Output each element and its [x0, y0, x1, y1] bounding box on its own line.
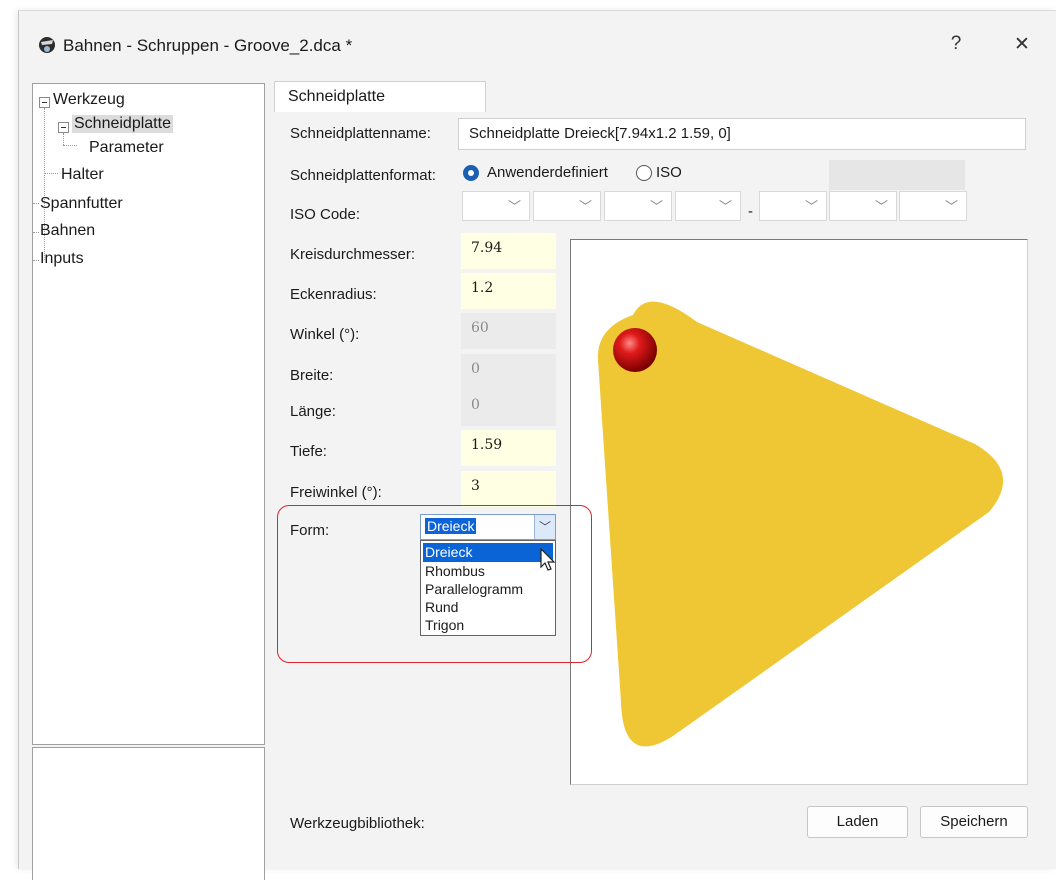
chevron-down-icon: ﹀ [578, 199, 592, 214]
tiefe-label: Tiefe: [290, 443, 327, 460]
tree-connector [63, 145, 77, 146]
tree-connector [33, 260, 39, 261]
iso-combo-2[interactable]: ﹀ [533, 191, 601, 221]
tree-item-bahnen[interactable]: Bahnen [40, 222, 95, 240]
collapse-icon[interactable] [58, 122, 69, 133]
radio-anwenderdefiniert-label: Anwenderdefiniert [487, 164, 608, 181]
winkel-label: Winkel (°): [290, 326, 360, 343]
radio-iso[interactable] [636, 165, 652, 181]
iso-combo-6[interactable]: ﹀ [829, 191, 897, 221]
chevron-down-icon: ﹀ [718, 199, 732, 214]
tab-label: Schneidplatte [288, 88, 385, 105]
dropdown-option-rhombus[interactable]: Rhombus [423, 562, 553, 581]
tree-item-werkzeug[interactable]: Werkzeug [53, 91, 125, 109]
tiefe-input[interactable]: 1.59 [461, 430, 556, 466]
chevron-down-icon: ﹀ [874, 199, 888, 214]
window-title: Bahnen - Schruppen - Groove_2.dca * [63, 36, 353, 55]
form-dropdown-list: Dreieck Rhombus Parallelogramm Rund Trig… [420, 540, 556, 636]
kreisdurchmesser-input[interactable]: 7.94 [461, 233, 556, 269]
navigation-tree: Werkzeug Schneidplatte Parameter Halter … [32, 83, 265, 745]
freiwinkel-label: Freiwinkel (°): [290, 484, 382, 501]
tree-connector [44, 173, 58, 174]
breite-input[interactable]: 0 [461, 354, 556, 390]
iso-combo-4[interactable]: ﹀ [675, 191, 741, 221]
app-icon [39, 37, 55, 53]
winkel-input[interactable]: 60 [461, 313, 556, 349]
iso-combo-1[interactable]: ﹀ [462, 191, 530, 221]
chevron-down-icon: ﹀ [804, 199, 818, 214]
iso-combo-3[interactable]: ﹀ [604, 191, 672, 221]
iso-code-label: ISO Code: [290, 206, 361, 223]
close-button[interactable]: ✕ [1006, 33, 1038, 56]
iso-separator: - [748, 203, 753, 220]
tree-item-halter[interactable]: Halter [61, 166, 104, 184]
tree-item-inputs[interactable]: Inputs [40, 250, 84, 268]
form-select[interactable]: Dreieck ﹀ [420, 514, 556, 540]
tree-item-parameter[interactable]: Parameter [89, 139, 164, 157]
eckenradius-label: Eckenradius: [290, 286, 377, 303]
tree-connector [33, 203, 39, 204]
dropdown-option-parallelogramm[interactable]: Parallelogramm [423, 580, 553, 599]
insert-preview [570, 239, 1028, 785]
insert-shape-drawing [597, 301, 1004, 747]
chevron-down-icon: ﹀ [649, 199, 663, 214]
radio-iso-label: ISO [656, 164, 682, 181]
tree-preview-panel [32, 747, 265, 880]
chevron-down-icon: ﹀ [507, 199, 521, 214]
chevron-down-icon: ﹀ [944, 199, 958, 214]
freiwinkel-input[interactable]: 3 [461, 471, 556, 507]
tree-connector [33, 232, 39, 233]
form-select-value: Dreieck [425, 518, 477, 534]
dropdown-option-dreieck[interactable]: Dreieck [423, 543, 553, 562]
triangle-insert-shape [597, 301, 1004, 747]
tree-connector [63, 133, 64, 145]
eckenradius-input[interactable]: 1.2 [461, 273, 556, 309]
tab-schneidplatte[interactable]: Schneidplatte [274, 81, 486, 114]
insert-name-input[interactable]: Schneidplatte Dreieck[7.94x1.2 1.59, 0] [458, 118, 1026, 150]
tree-item-spannfutter[interactable]: Spannfutter [40, 195, 123, 213]
chevron-down-icon[interactable]: ﹀ [534, 515, 555, 539]
tree-item-schneidplatte[interactable]: Schneidplatte [72, 115, 173, 133]
reference-point-marker [613, 328, 657, 372]
library-label: Werkzeugbibliothek: [290, 815, 425, 832]
kreisdurchmesser-label: Kreisdurchmesser: [290, 246, 416, 263]
name-label: Schneidplattenname: [290, 125, 431, 142]
save-button[interactable]: Speichern [920, 806, 1028, 838]
breite-label: Breite: [290, 367, 334, 384]
iso-combo-7[interactable]: ﹀ [899, 191, 967, 221]
help-button[interactable]: ? [940, 33, 972, 55]
mouse-cursor-icon [540, 548, 556, 571]
dropdown-option-rund[interactable]: Rund [423, 598, 553, 617]
collapse-icon[interactable] [39, 97, 50, 108]
dropdown-option-trigon[interactable]: Trigon [423, 616, 553, 635]
iso-combo-5[interactable]: ﹀ [759, 191, 827, 221]
laenge-input[interactable]: 0 [461, 390, 556, 426]
format-label: Schneidplattenformat: [290, 167, 436, 184]
title-bar: Bahnen - Schruppen - Groove_2.dca * ? ✕ [19, 11, 1056, 81]
radio-anwenderdefiniert[interactable] [463, 165, 479, 181]
laenge-label: Länge: [290, 403, 336, 420]
load-button[interactable]: Laden [807, 806, 908, 838]
iso-preview-box [829, 160, 965, 190]
